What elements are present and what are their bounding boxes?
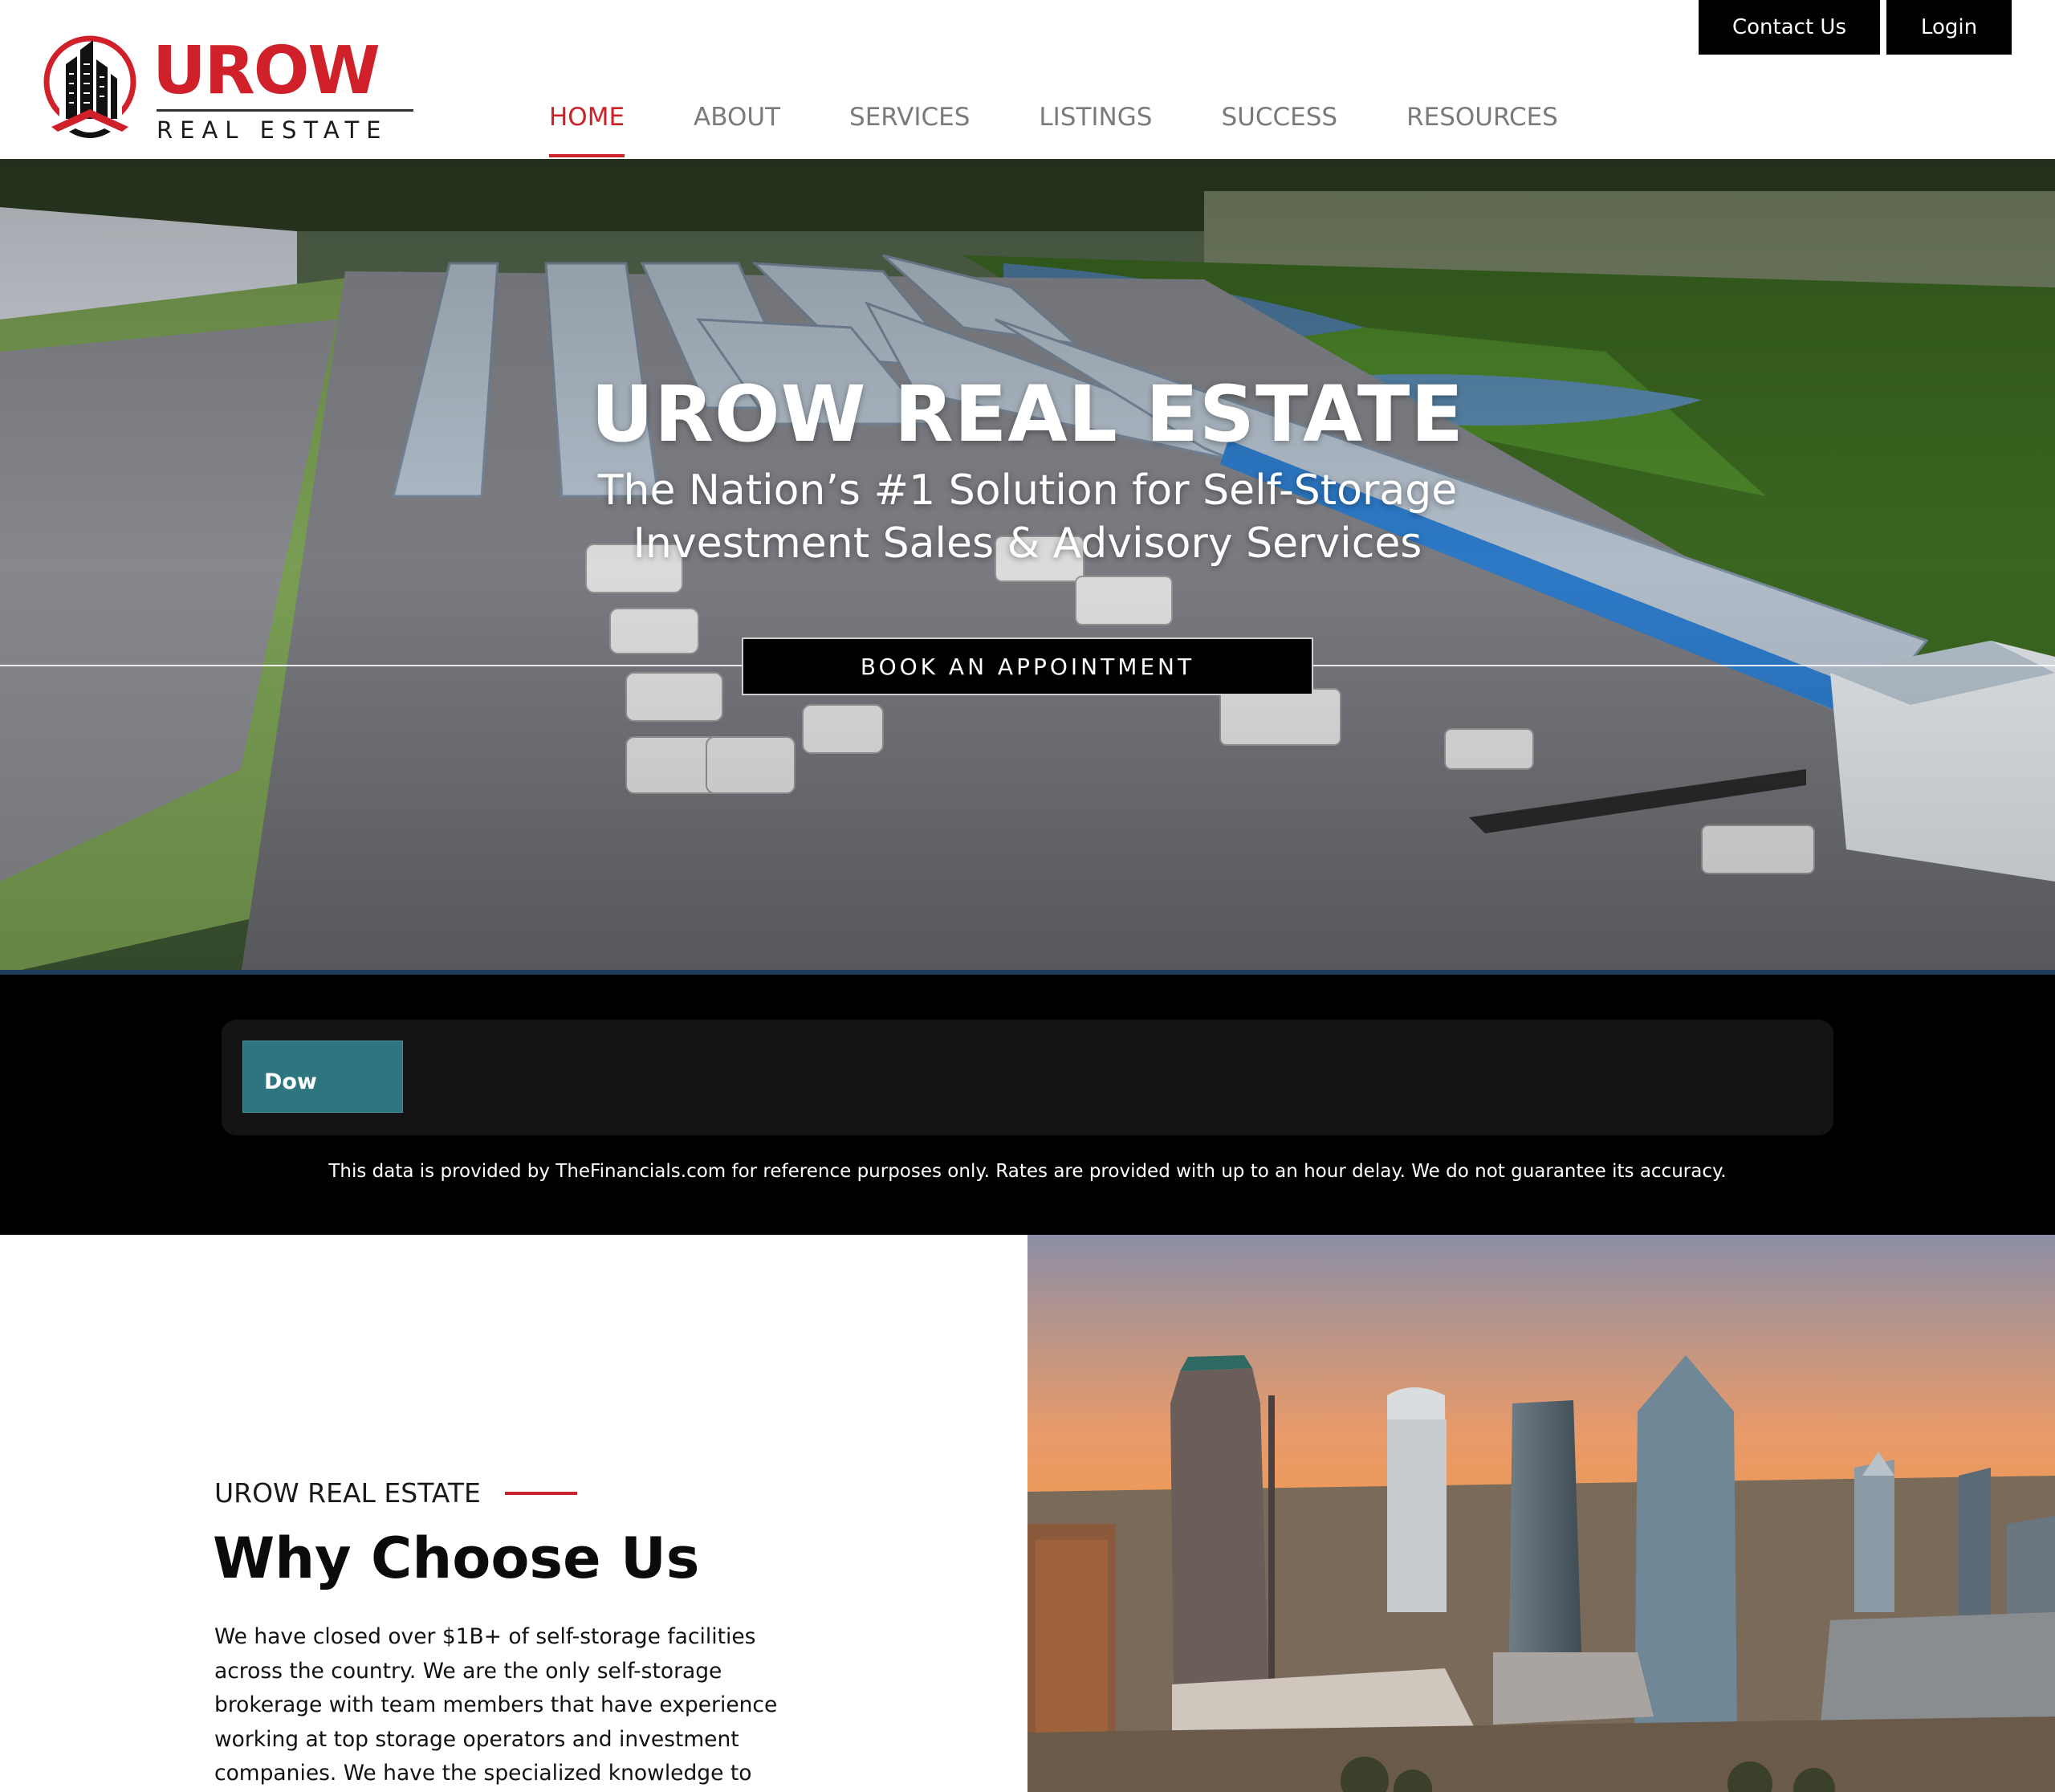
logo-wordmark: UROW (153, 33, 380, 109)
hero-subtitle-line-2: Investment Sales & Advisory Services (633, 519, 1422, 568)
body-line: brokerage with team members that have ex… (214, 1692, 778, 1718)
nav-item-about[interactable]: ABOUT (694, 103, 780, 157)
ticker-disclaimer: This data is provided by TheFinancials.c… (328, 1161, 1727, 1182)
nav-item-services[interactable]: SERVICES (849, 103, 970, 157)
why-choose-us-section: UROW REAL ESTATE Why Choose Us We have c… (0, 1235, 2055, 1792)
nav-item-listings[interactable]: LISTINGS (1039, 103, 1152, 157)
top-button-group: Contact Us Login (1699, 0, 2012, 55)
ticker-panel: Dow (222, 1020, 1833, 1135)
urow-logo[interactable]: UROW REAL ESTATE (42, 32, 413, 145)
hero-subtitle-line-1: The Nation’s #1 Solution for Self-Storag… (597, 466, 1458, 515)
section-eyebrow: UROW REAL ESTATE (214, 1477, 577, 1509)
login-button[interactable]: Login (1886, 0, 2012, 55)
nav-item-success[interactable]: SUCCESS (1221, 103, 1337, 157)
building-logo-icon (43, 35, 136, 138)
eyebrow-accent-bar (504, 1491, 577, 1495)
contact-us-button[interactable]: Contact Us (1699, 0, 1880, 55)
site-header: UROW REAL ESTATE Contact Us Login HOME A… (0, 0, 2055, 159)
eyebrow-text: UROW REAL ESTATE (214, 1477, 481, 1509)
nav-item-home[interactable]: HOME (549, 103, 625, 157)
market-ticker-section: Dow This data is provided by TheFinancia… (0, 975, 2055, 1235)
section-body: We have closed over $1B+ of self-storage… (214, 1620, 808, 1791)
hero-subtitle: The Nation’s #1 Solution for Self-Storag… (0, 464, 2055, 570)
book-appointment-button[interactable]: BOOK AN APPOINTMENT (742, 637, 1313, 695)
main-nav: HOME ABOUT SERVICES LISTINGS SUCCESS RES… (549, 103, 1627, 157)
skyline-illustration (1028, 1235, 2055, 1792)
hero-title: UROW REAL ESTATE (591, 369, 1464, 459)
logo-tagline: REAL ESTATE (157, 109, 413, 144)
nav-item-resources[interactable]: RESOURCES (1406, 103, 1558, 157)
body-line: across the country. We are the only self… (214, 1658, 722, 1684)
hero-section: UROW REAL ESTATE The Nation’s #1 Solutio… (0, 159, 2055, 975)
section-title: Why Choose Us (213, 1525, 700, 1591)
body-line: companies. We have the specialized knowl… (214, 1761, 752, 1786)
city-skyline-image (1028, 1235, 2055, 1792)
body-line: We have closed over $1B+ of self-storage… (214, 1624, 756, 1649)
ticker-tab-dow[interactable]: Dow (242, 1041, 403, 1113)
body-line: working at top storage operators and inv… (214, 1726, 739, 1752)
